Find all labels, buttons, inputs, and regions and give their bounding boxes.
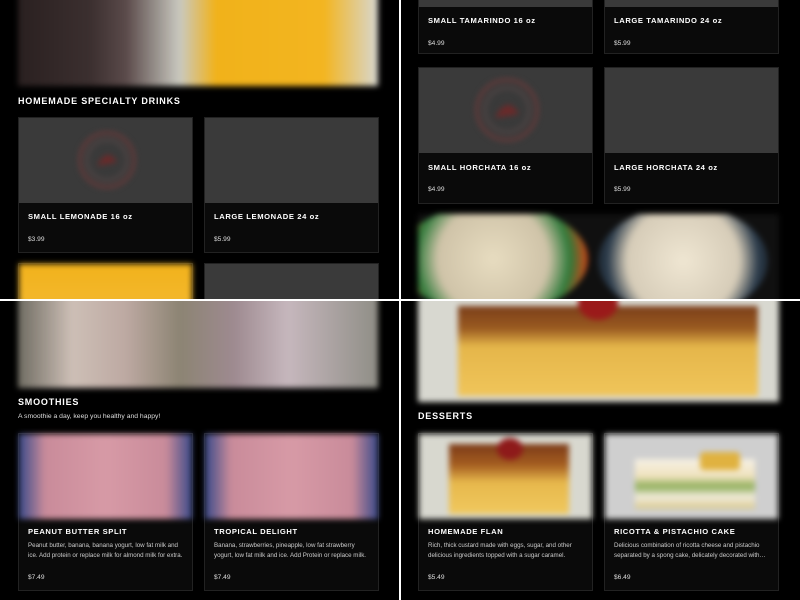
item-description: Peanut butter, banana, banana yogurt, lo… [28, 542, 183, 559]
hero-image-drinks [18, 0, 378, 86]
item-price: $4.99 [428, 186, 445, 193]
menu-card-ricotta-pistachio-cake[interactable]: RICOTTA & PISTACHIO CAKE Delicious combi… [604, 433, 779, 591]
menu-card-homemade-flan[interactable]: HOMEMADE FLAN Rich, thick custard made w… [418, 433, 593, 591]
item-image [419, 0, 592, 7]
section-title-smoothies: SMOOTHIES [18, 397, 80, 407]
menu-card-small-horchata[interactable]: SMALL HORCHATA 16 oz $4.99 [418, 67, 593, 204]
restaurant-logo-icon [78, 131, 136, 189]
item-name: SMALL TAMARINDO 16 oz [428, 16, 536, 25]
item-description: Delicious combination of ricotta cheese … [614, 542, 760, 559]
section-subtitle-smoothies: A smoothie a day, keep you healthy and h… [18, 413, 161, 420]
item-name: TROPICAL DELIGHT [214, 527, 298, 536]
item-price: $5.99 [214, 236, 231, 243]
item-price: $5.99 [614, 40, 631, 47]
item-image [19, 118, 192, 203]
item-image [19, 264, 192, 300]
item-price: $3.99 [28, 236, 45, 243]
item-price: $5.49 [428, 574, 445, 581]
item-image [605, 68, 778, 153]
restaurant-logo-icon [475, 78, 539, 142]
item-image [605, 434, 778, 519]
item-image [419, 68, 592, 153]
hero-image-smoothies [18, 300, 378, 388]
item-name: PEANUT BUTTER SPLIT [28, 527, 128, 536]
pane-top-left: HOMEMADE SPECIALTY DRINKS SMALL LEMONADE… [0, 0, 400, 300]
menu-card-tropical-delight[interactable]: TROPICAL DELIGHT Banana, strawberries, p… [204, 433, 379, 591]
item-price: $5.99 [614, 186, 631, 193]
pane-bottom-right: DESSERTS HOMEMADE FLAN Rich, thick custa… [400, 300, 800, 600]
item-image [19, 434, 192, 519]
item-description: Rich, thick custard made with eggs, suga… [428, 542, 572, 559]
item-description: Banana, strawberries, pineapple, low fat… [214, 542, 367, 559]
hero-image-desserts [418, 300, 779, 402]
item-price: $6.49 [614, 574, 631, 581]
section-title-drinks: HOMEMADE SPECIALTY DRINKS [18, 96, 181, 106]
pane-bottom-left: SMOOTHIES A smoothie a day, keep you hea… [0, 300, 400, 600]
item-image [605, 0, 778, 7]
item-name: HOMEMADE FLAN [428, 527, 504, 536]
item-name: SMALL LEMONADE 16 oz [28, 212, 133, 221]
item-image [205, 264, 378, 300]
item-image [419, 434, 592, 519]
item-name: LARGE HORCHATA 24 oz [614, 163, 718, 172]
menu-card-small-tamarindo[interactable]: SMALL TAMARINDO 16 oz $4.99 [418, 0, 593, 54]
menu-card-partial[interactable] [204, 263, 379, 300]
menu-card-large-lemonade[interactable]: LARGE LEMONADE 24 oz $5.99 [204, 117, 379, 253]
menu-card-large-horchata[interactable]: LARGE HORCHATA 24 oz $5.99 [604, 67, 779, 204]
menu-card-peanut-butter-split[interactable]: PEANUT BUTTER SPLIT Peanut butter, banan… [18, 433, 193, 591]
menu-card-partial[interactable] [18, 263, 193, 300]
item-image [205, 434, 378, 519]
item-name: SMALL HORCHATA 16 oz [428, 163, 532, 172]
menu-card-small-lemonade[interactable]: SMALL LEMONADE 16 oz $3.99 [18, 117, 193, 253]
item-price: $7.49 [214, 574, 231, 581]
item-price: $7.49 [28, 574, 45, 581]
grid-divider-horizontal [0, 299, 800, 301]
item-name: LARGE LEMONADE 24 oz [214, 212, 320, 221]
item-price: $4.99 [428, 40, 445, 47]
item-name: RICOTTA & PISTACHIO CAKE [614, 527, 736, 536]
item-image [205, 118, 378, 203]
menu-card-large-tamarindo[interactable]: LARGE TAMARINDO 24 oz $5.99 [604, 0, 779, 54]
section-title-desserts: DESSERTS [418, 411, 473, 421]
hero-image-drinks-cups [418, 214, 779, 300]
item-name: LARGE TAMARINDO 24 oz [614, 16, 723, 25]
pane-top-right: SMALL TAMARINDO 16 oz $4.99 LARGE TAMARI… [400, 0, 800, 300]
